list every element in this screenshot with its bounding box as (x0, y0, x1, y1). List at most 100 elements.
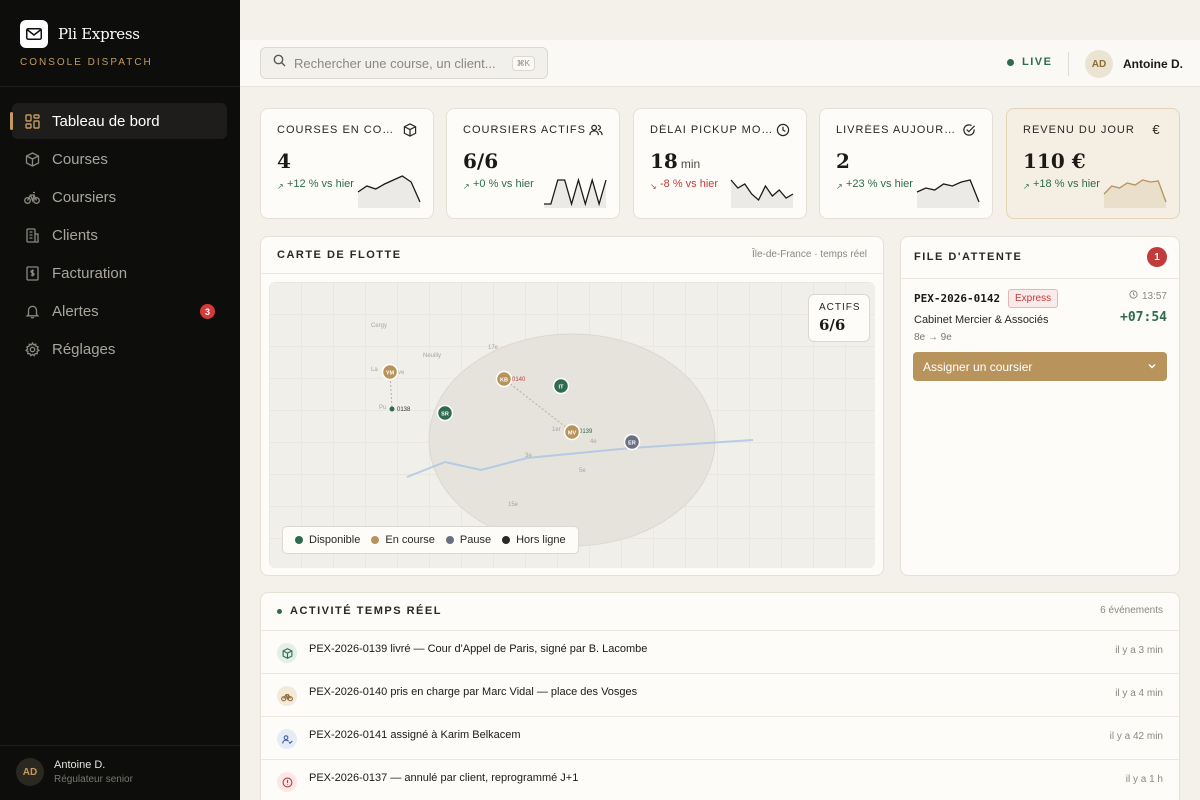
clock-icon (776, 123, 790, 137)
activity-row[interactable]: PEX-2026-0137 — annulé par client, repro… (261, 759, 1179, 800)
kpi-delta-text: +23 % vs hier (846, 178, 913, 190)
kpi-value: 2 (836, 149, 850, 173)
brand-name: Pli Express (58, 25, 140, 43)
kpi-card-revenu[interactable]: REVENU DU JOUR € 110 € ↗ +18 % vs hier (1006, 108, 1180, 219)
divider (1068, 52, 1069, 76)
map-place-label: 3e (525, 453, 532, 459)
sidebar-user[interactable]: AD Antoine D. Régulateur senior (16, 758, 133, 786)
pickup-point-icon (389, 406, 395, 412)
kpi-delta-text: +18 % vs hier (1033, 178, 1100, 190)
bike-icon (24, 189, 40, 205)
kpi-sparkline (916, 179, 980, 208)
panel-title: ACTIVITÉ TEMPS RÉEL (290, 605, 442, 617)
live-label: LIVE (1022, 56, 1053, 68)
course-tag: 0138 (397, 407, 411, 413)
assign-courier-button[interactable]: Assigner un coursier (913, 352, 1167, 381)
courier-initials: IT (559, 385, 565, 391)
sidebar-item-label: Courses (52, 150, 108, 168)
panel-title: CARTE DE FLOTTE (277, 249, 402, 261)
fleet-map[interactable]: Cergy Neuilly 17e La ve Pu 1er 4e 3e 5e … (269, 282, 875, 568)
avatar: AD (1085, 50, 1113, 78)
kpi-value-text: 4 (277, 149, 291, 173)
trend-up-icon: ↗ (1023, 182, 1030, 191)
search-input[interactable]: Rechercher une course, un client... ⌘K (260, 47, 548, 79)
kpi-value: 6/6 (463, 149, 498, 173)
courier-marker-ym[interactable]: YM (381, 363, 399, 381)
map-place-label: 5e (579, 468, 586, 474)
courier-marker-er[interactable]: ER (623, 433, 641, 451)
sparkline-area (917, 180, 979, 208)
activity-text: PEX-2026-0140 pris en charge par Marc Vi… (309, 686, 638, 698)
divider (901, 278, 1179, 279)
map-place-label: ve (398, 370, 405, 376)
brand[interactable]: Pli Express (20, 20, 140, 48)
map-place-label: 1er (552, 427, 561, 433)
kpi-value: 18 min (650, 149, 700, 173)
sidebar-item-courses[interactable]: Courses (12, 141, 227, 177)
time-text: 13:57 (1141, 290, 1167, 302)
legend-item-pause: Pause (445, 534, 492, 546)
queue-item-ref[interactable]: PEX-2026-0142 (914, 292, 1000, 305)
activity-time: il y a 4 min (1115, 688, 1163, 699)
event-count: 6 événements (1100, 605, 1163, 616)
divider (0, 745, 240, 746)
legend-dot-icon (295, 536, 303, 544)
kpi-card-coursiers-actifs[interactable]: COURSIERS ACTIFS 6/6 ↗ +0 % vs hier (446, 108, 620, 219)
queue-item-client: Cabinet Mercier & Associés (914, 314, 1049, 326)
activity-time: il y a 3 min (1115, 645, 1163, 656)
courier-initials: MV (568, 431, 577, 437)
courier-marker-it[interactable]: IT (552, 377, 570, 395)
actifs-value: 6/6 (819, 316, 846, 334)
trend-up-icon: ↗ (463, 182, 470, 191)
kpi-delta-text: +0 % vs hier (473, 178, 534, 190)
trend-up-icon: ↗ (277, 182, 284, 191)
activity-time: il y a 42 min (1109, 731, 1163, 742)
legend-dot-icon (371, 536, 380, 544)
divider (0, 86, 240, 87)
sidebar-item-clients[interactable]: Clients (12, 217, 227, 253)
sidebar-item-label: Coursiers (52, 188, 117, 206)
queue-panel: FILE D'ATTENTE 1 PEX-2026-0142 Express 1… (900, 236, 1180, 576)
kpi-value-text: 18 (650, 149, 678, 173)
kpi-card-delai-pickup[interactable]: DÉLAI PICKUP MOYEN 18 min ↘ -8 % vs hier (633, 108, 807, 219)
kpi-title: REVENU DU JOUR (1023, 124, 1135, 136)
legend-label: Hors ligne (516, 534, 566, 546)
kpi-sparkline (730, 179, 794, 208)
legend-label: Pause (459, 534, 492, 546)
kpi-sparkline (1103, 179, 1167, 208)
sidebar-item-tableau-de-bord[interactable]: Tableau de bord (10, 103, 227, 139)
map-place-label: 15e (508, 502, 519, 508)
activity-row[interactable]: PEX-2026-0139 livré — Cour d'Appel de Pa… (261, 630, 1179, 673)
legend-dot-icon (502, 536, 511, 544)
activity-time: il y a 1 h (1125, 774, 1163, 785)
clock-icon (1129, 290, 1138, 302)
kpi-card-livrees[interactable]: LIVRÉES AUJOURD'HUI 2 ↗+23 % vs hier (819, 108, 993, 219)
sidebar: Pli Express CONSOLE DISPATCH Tableau de … (0, 0, 240, 800)
sidebar-item-alertes[interactable]: Alertes 3 (12, 293, 227, 329)
user-check-icon (277, 729, 297, 749)
map-place-label: Neuilly (423, 353, 441, 359)
sidebar-item-label: Facturation (52, 264, 128, 282)
courier-marker-mv[interactable]: MV (563, 423, 581, 441)
sidebar-item-facturation[interactable]: Facturation (12, 255, 227, 291)
grid-icon (24, 113, 40, 129)
button-label: Assigner un coursier (923, 359, 1033, 374)
kpi-delta: ↘ -8 % vs hier (650, 177, 740, 192)
courier-marker-kb[interactable]: KB (495, 370, 513, 388)
sidebar-item-coursiers[interactable]: Coursiers (12, 179, 227, 215)
map-legend: Disponible En course Pause Hors ligne (282, 526, 579, 554)
kpi-delta: ↗ +23 % vs hier (836, 177, 926, 192)
courier-marker-sr[interactable]: SR (436, 404, 454, 422)
live-dot-icon (277, 608, 282, 614)
kpi-title: LIVRÉES AUJOURD'HUI (836, 124, 960, 136)
user-menu[interactable]: AD Antoine D. (1085, 50, 1183, 78)
live-dot-icon (1007, 58, 1014, 66)
kpi-card-courses-en-cours[interactable]: COURSES EN COURS 4 ↗ +12 % vs hier (260, 108, 434, 219)
activity-row[interactable]: PEX-2026-0141 assigné à Karim Belkacem i… (261, 716, 1179, 759)
live-indicator: LIVE (1007, 56, 1052, 68)
sidebar-item-label: Tableau de bord (52, 112, 160, 130)
activity-row[interactable]: PEX-2026-0140 pris en charge par Marc Vi… (261, 673, 1179, 716)
chevron-down-icon (1147, 360, 1157, 374)
map-subtitle: Île-de-France · temps réel (751, 249, 867, 260)
sidebar-item-reglages[interactable]: Réglages (12, 331, 227, 367)
